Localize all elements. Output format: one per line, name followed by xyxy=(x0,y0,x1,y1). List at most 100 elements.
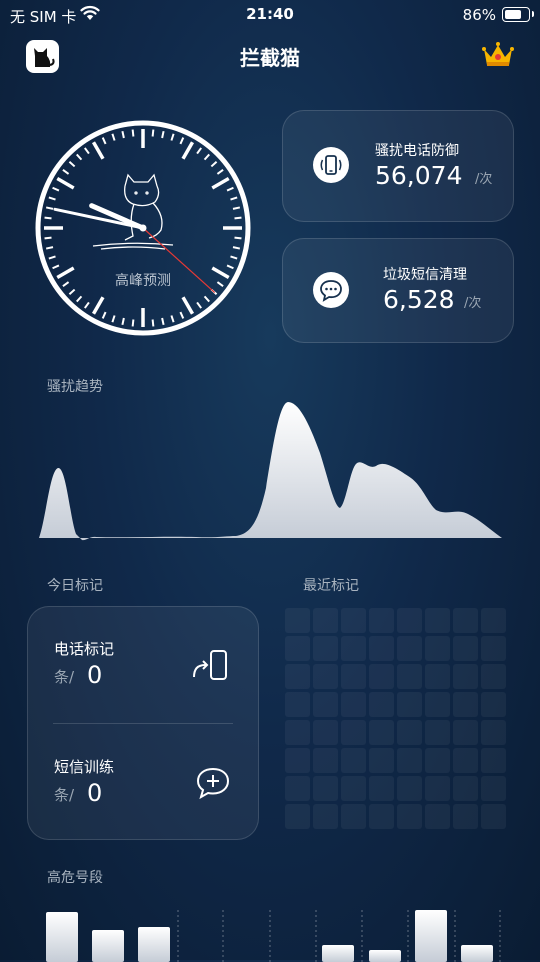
recent-mark-cell xyxy=(285,664,310,689)
recent-mark-cell xyxy=(285,720,310,745)
recent-mark-cell xyxy=(313,608,338,633)
high-risk-bar xyxy=(461,945,493,962)
page-title: 拦截猫 xyxy=(240,46,300,70)
high-risk-bar xyxy=(415,910,447,962)
recent-mark-cell xyxy=(481,636,506,661)
recent-mark-cell xyxy=(481,804,506,829)
message-bubble-icon xyxy=(313,272,349,308)
high-risk-bar xyxy=(322,945,354,962)
recent-mark-cell xyxy=(369,636,394,661)
clock-minute-tick xyxy=(151,129,155,137)
recent-mark-cell xyxy=(285,608,310,633)
stat-unit: /次 xyxy=(464,296,482,311)
trend-title: 骚扰趋势 xyxy=(47,379,103,395)
stat-value: 56,074 xyxy=(375,161,463,190)
clock-minute-tick xyxy=(52,186,60,192)
crown-icon[interactable] xyxy=(480,40,516,70)
clock-hour-tick xyxy=(211,176,230,190)
clock-minute-tick xyxy=(210,161,218,168)
battery-icon xyxy=(502,7,534,22)
recent-mark-cell xyxy=(453,804,478,829)
sms-training-count: 0 xyxy=(87,779,103,807)
sms-training-label: 短信训练 xyxy=(54,758,115,776)
sms-training-unit: 条/ xyxy=(54,786,75,804)
stat-title: 垃圾短信清理 xyxy=(383,267,467,283)
recent-mark-cell xyxy=(481,692,506,717)
recent-mark-cell xyxy=(313,664,338,689)
clock-minute-tick xyxy=(230,255,238,260)
recent-mark-cell xyxy=(425,664,450,689)
clock-minute-tick xyxy=(76,295,83,303)
recent-mark-cell xyxy=(341,720,366,745)
high-risk-title: 高危号段 xyxy=(47,870,103,886)
recent-mark-cell xyxy=(453,720,478,745)
recent-mark-cell xyxy=(313,692,338,717)
clock-minute-tick xyxy=(234,216,242,220)
recent-mark-cell xyxy=(285,692,310,717)
recent-mark-cell xyxy=(453,776,478,801)
status-bar: 无 SIM 卡 21:40 86% xyxy=(0,0,540,30)
stat-unit: /次 xyxy=(475,172,493,187)
recent-mark-cell xyxy=(369,804,394,829)
recent-mark-cell xyxy=(425,776,450,801)
recent-mark-cell xyxy=(425,608,450,633)
clock-minute-tick xyxy=(121,130,125,139)
clock-minute-tick xyxy=(170,315,175,323)
phone-forward-icon[interactable] xyxy=(191,649,231,683)
recent-mark-cell xyxy=(397,664,422,689)
recent-mark-cell xyxy=(397,608,422,633)
recent-marks-heatmap xyxy=(285,608,515,838)
clock-minute-tick xyxy=(45,246,54,250)
recent-mark-cell xyxy=(341,776,366,801)
recent-mark-cell xyxy=(453,748,478,773)
spam-sms-card[interactable]: 垃圾短信清理 6,528 /次 xyxy=(282,238,514,343)
recent-mark-cell xyxy=(313,804,338,829)
recent-marks-title: 最近标记 xyxy=(303,578,359,594)
clock-minute-tick xyxy=(76,153,83,161)
recent-mark-cell xyxy=(397,748,422,773)
recent-mark-cell xyxy=(369,664,394,689)
clock-hour-tick xyxy=(91,296,105,315)
clock-hour-tick xyxy=(56,176,75,190)
clock-minute-tick xyxy=(230,196,238,201)
recent-mark-cell xyxy=(285,804,310,829)
clock-minute-tick xyxy=(151,319,155,327)
clock-minute-tick xyxy=(45,206,54,210)
recent-mark-cell xyxy=(453,664,478,689)
clock-hour-tick xyxy=(181,141,195,160)
clock-label: 高峰预测 xyxy=(115,273,171,289)
clock-minute-tick xyxy=(101,137,107,145)
clock-minute-tick xyxy=(68,288,76,295)
recent-mark-cell xyxy=(425,636,450,661)
clock-minute-tick xyxy=(234,236,242,240)
recent-mark-cell xyxy=(369,720,394,745)
phone-mark-label: 电话标记 xyxy=(54,640,115,658)
recent-mark-cell xyxy=(285,776,310,801)
recent-mark-cell xyxy=(397,804,422,829)
clock-hour-hand xyxy=(89,203,146,231)
clock-minute-tick xyxy=(161,317,165,326)
recent-mark-cell xyxy=(481,748,506,773)
clock-minute-tick xyxy=(48,196,56,201)
battery-percent: 86% xyxy=(462,6,496,24)
phone-mark-unit: 条/ xyxy=(54,668,75,686)
clock-minute-tick xyxy=(44,216,52,220)
recent-mark-cell xyxy=(341,804,366,829)
recent-mark-cell xyxy=(425,804,450,829)
high-risk-bar xyxy=(92,930,124,962)
recent-mark-cell xyxy=(397,636,422,661)
clock-minute-tick xyxy=(62,169,70,175)
recent-mark-cell xyxy=(425,692,450,717)
clock-time: 21:40 xyxy=(246,5,294,23)
clock-minute-tick xyxy=(101,311,107,319)
recent-mark-cell xyxy=(397,692,422,717)
clock-minute-tick xyxy=(44,236,52,240)
recent-mark-cell xyxy=(341,692,366,717)
recent-mark-cell xyxy=(481,776,506,801)
clock-minute-tick xyxy=(196,301,202,309)
clock-minute-tick xyxy=(179,311,185,319)
recent-mark-cell xyxy=(425,748,450,773)
clock-minute-tick xyxy=(203,153,210,161)
harassment-call-card[interactable]: 骚扰电话防御 56,074 /次 xyxy=(282,110,514,222)
message-add-icon[interactable] xyxy=(195,766,231,800)
